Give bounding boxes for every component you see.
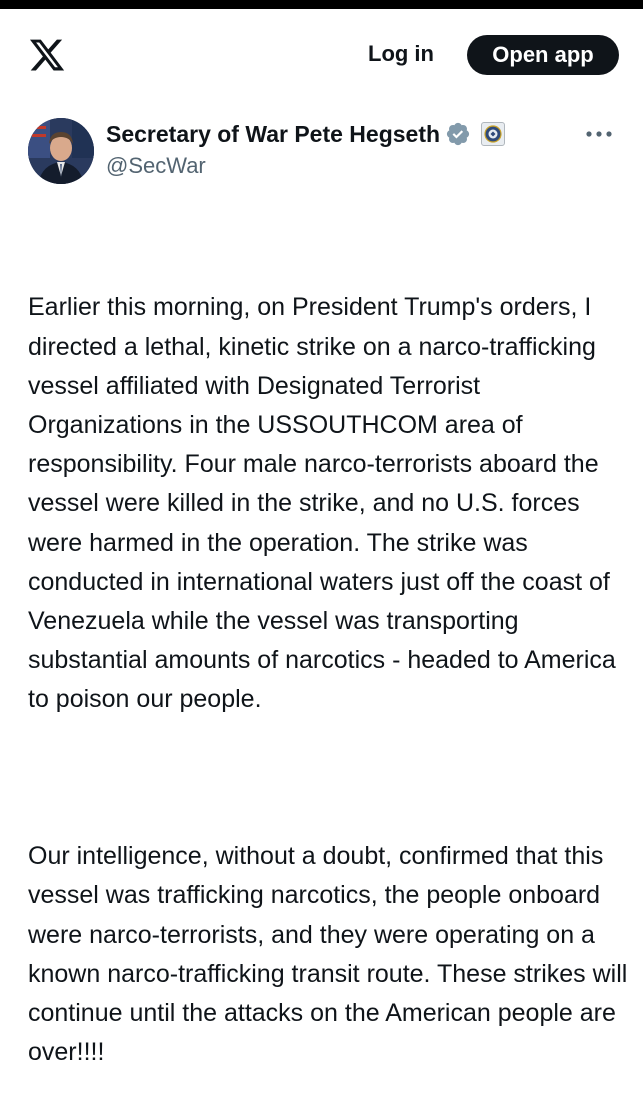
display-name[interactable]: Secretary of War Pete Hegseth — [106, 119, 440, 149]
top-header: Log in Open app — [0, 9, 643, 99]
display-name-row: Secretary of War Pete Hegseth — [106, 118, 506, 150]
open-app-button[interactable]: Open app — [467, 35, 619, 75]
more-options-icon[interactable] — [584, 126, 616, 142]
post-author-row: Secretary of War Pete Hegseth @SecWar — [0, 112, 643, 192]
user-handle[interactable]: @SecWar — [106, 152, 206, 180]
status-bar-edge — [0, 0, 643, 9]
login-link[interactable]: Log in — [368, 39, 434, 69]
post-paragraph-2: Our intelligence, without a doubt, confi… — [28, 842, 635, 1067]
department-seal-icon[interactable] — [481, 122, 506, 146]
avatar[interactable] — [28, 118, 94, 184]
x-logo-icon[interactable] — [28, 36, 66, 74]
post-paragraph-1: Earlier this morning, on President Trump… — [28, 293, 623, 714]
post-text: Earlier this morning, on President Trump… — [28, 210, 628, 1112]
verified-badge-icon — [446, 122, 470, 146]
